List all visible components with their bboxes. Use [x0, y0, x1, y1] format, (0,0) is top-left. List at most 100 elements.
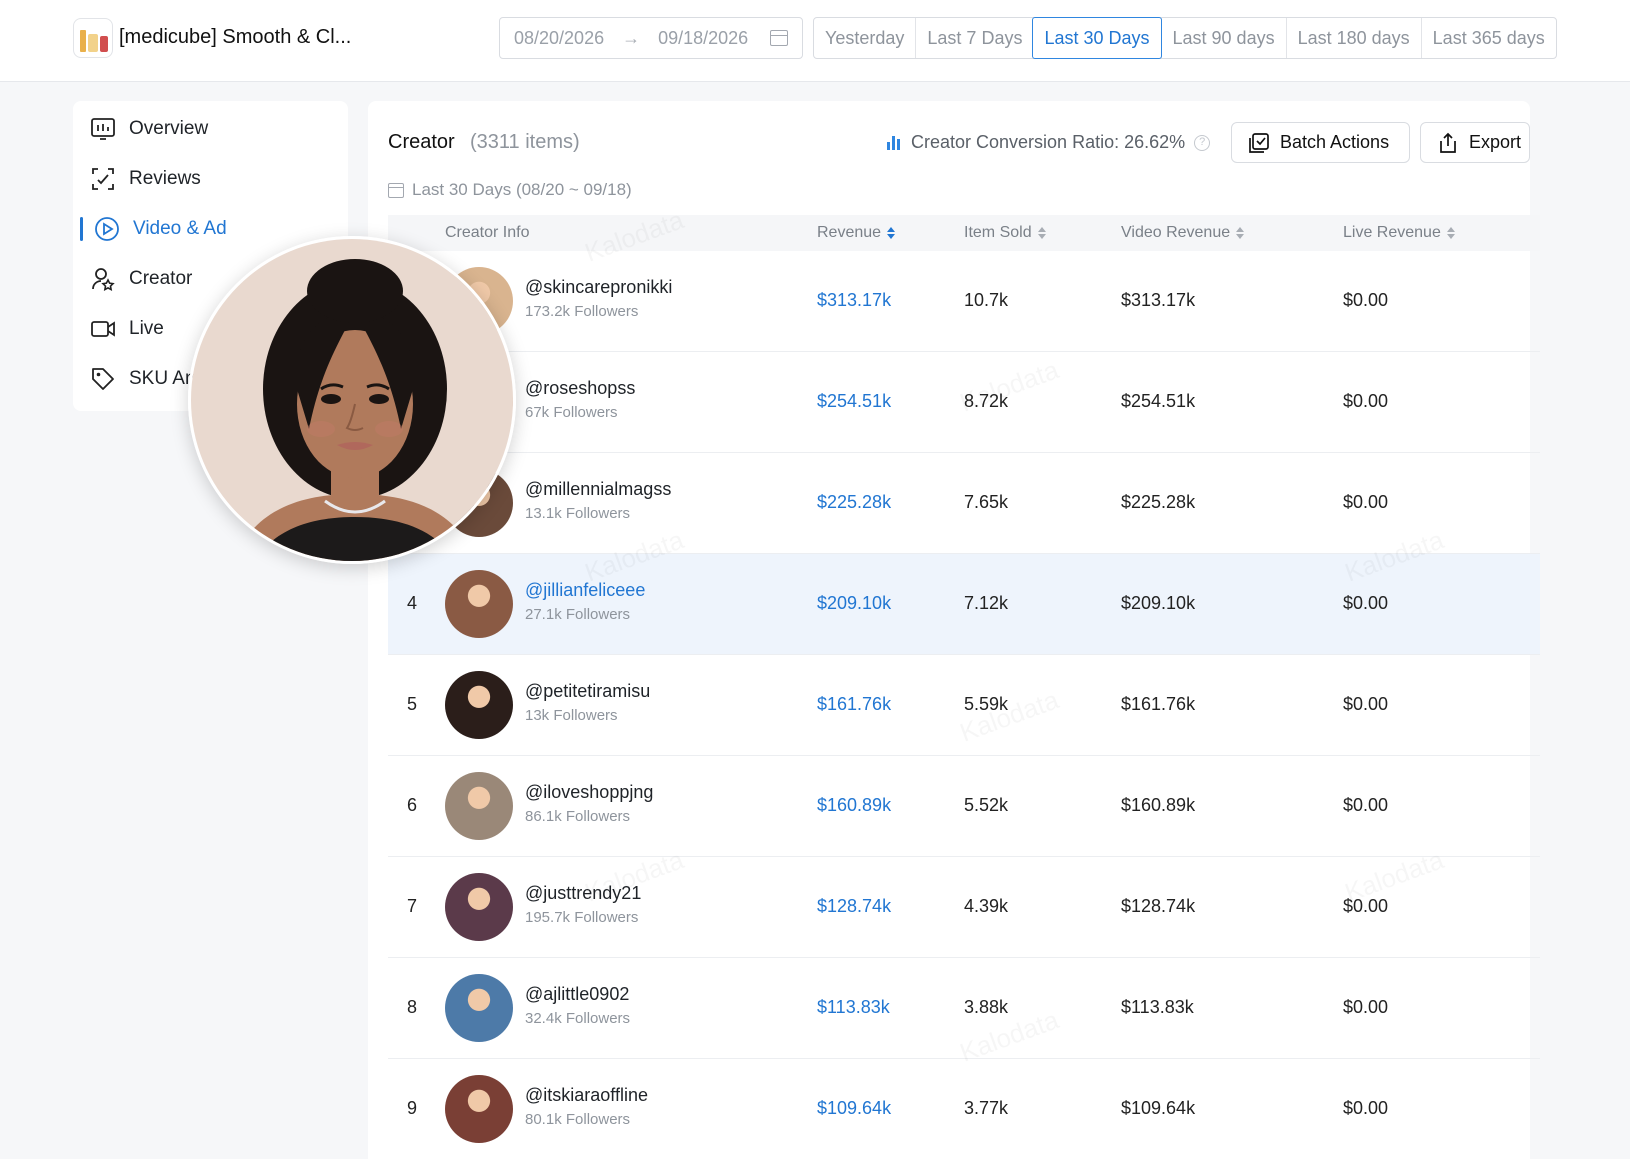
sort-icon[interactable]	[1037, 226, 1046, 239]
creator-handle[interactable]: @petitetiramisu	[525, 681, 650, 702]
table-row[interactable]: 5 @petitetiramisu 13k Followers $161.76k 5.5…	[388, 655, 1540, 756]
range-yesterday[interactable]: Yesterday	[814, 18, 915, 58]
revenue-value[interactable]: $225.28k	[817, 492, 891, 513]
video-revenue-value: $209.10k	[1121, 593, 1196, 613]
creator-panel: Creator (3311 items) Creator Conversion …	[368, 101, 1540, 1159]
panel-title: Creator	[388, 131, 455, 153]
tag-icon	[90, 366, 116, 392]
sidebar-item-reviews[interactable]: Reviews	[73, 154, 348, 204]
creator-avatar[interactable]	[445, 1075, 513, 1143]
creator-followers: 67k Followers	[525, 404, 618, 421]
col-revenue[interactable]: Revenue	[817, 224, 896, 242]
creator-avatar[interactable]	[445, 772, 513, 840]
col-item-sold[interactable]: Item Sold	[964, 224, 1046, 242]
export-button[interactable]: Export	[1420, 122, 1530, 163]
item-sold-value: 8.72k	[964, 391, 1009, 411]
rank-number: 8	[407, 997, 418, 1017]
table-row[interactable]: 6 @iloveshoppjng 86.1k Followers $160.89k 5.…	[388, 756, 1540, 857]
table-row[interactable]: 4 @jillianfeliceee 27.1k Followers $209.10k…	[388, 554, 1540, 655]
scan-review-icon	[90, 166, 116, 192]
calendar-icon	[770, 30, 788, 46]
revenue-value[interactable]: $128.74k	[817, 896, 891, 917]
creator-handle[interactable]: @millennialmagss	[525, 479, 671, 500]
date-range-picker[interactable]: 08/20/2026 → 09/18/2026	[499, 17, 803, 59]
range-last-180-days[interactable]: Last 180 days	[1285, 18, 1421, 58]
table-row[interactable]: @roseshopss 67k Followers $254.51k 8.72k $25…	[388, 352, 1540, 453]
sort-icon[interactable]	[887, 226, 896, 239]
range-last-90-days[interactable]: Last 90 days	[1160, 18, 1286, 58]
creator-handle[interactable]: @roseshopss	[525, 378, 635, 399]
export-label: Export	[1469, 132, 1522, 152]
video-revenue-value: $254.51k	[1121, 391, 1196, 411]
creator-handle[interactable]: @justtrendy21	[525, 883, 641, 904]
table-row[interactable]: 8 @ajlittle0902 32.4k Followers $113.83k 3.8…	[388, 958, 1540, 1059]
top-header: [medicube] Smooth & Cl... 08/20/2026 → 0…	[0, 0, 1630, 82]
revenue-value[interactable]: $254.51k	[817, 391, 891, 412]
revenue-value[interactable]: $113.83k	[817, 997, 890, 1018]
live-revenue-value: $0.00	[1343, 593, 1389, 613]
table-row[interactable]: 9 @itskiaraoffline 80.1k Followers $109.64k…	[388, 1059, 1540, 1159]
col-video-revenue[interactable]: Video Revenue	[1121, 224, 1245, 242]
creator-followers: 195.7k Followers	[525, 909, 639, 926]
range-last-365-days[interactable]: Last 365 days	[1420, 18, 1556, 58]
range-last-7-days[interactable]: Last 7 Days	[915, 18, 1033, 58]
chart-board-icon	[90, 116, 116, 142]
product-thumbnail	[73, 18, 113, 58]
creator-handle[interactable]: @iloveshoppjng	[525, 782, 653, 803]
sidebar-item-overview[interactable]: Overview	[73, 104, 348, 154]
avatar-preview-image	[191, 239, 513, 561]
video-revenue-value: $225.28k	[1121, 492, 1196, 512]
range-last-30-days[interactable]: Last 30 Days	[1032, 17, 1162, 59]
revenue-value[interactable]: $160.89k	[817, 795, 891, 816]
col-video-revenue-label: Video Revenue	[1121, 224, 1231, 241]
rank-number: 6	[407, 795, 418, 815]
revenue-value[interactable]: $161.76k	[817, 694, 891, 715]
live-revenue-value: $0.00	[1343, 1098, 1389, 1118]
play-circle-icon	[94, 216, 120, 242]
video-revenue-value: $128.74k	[1121, 896, 1196, 916]
revenue-value[interactable]: $209.10k	[817, 593, 891, 614]
creator-avatar[interactable]	[445, 873, 513, 941]
item-sold-value: 5.59k	[964, 694, 1009, 714]
table-row[interactable]: @skincarepronikki 173.2k Followers $313.17…	[388, 251, 1540, 352]
item-count: (3311 items)	[470, 131, 580, 153]
sort-icon[interactable]	[1236, 226, 1245, 239]
creator-followers: 86.1k Followers	[525, 808, 631, 825]
col-creator-info: Creator Info	[445, 224, 530, 241]
creator-followers: 80.1k Followers	[525, 1111, 631, 1128]
sidebar-item-label: Live	[129, 318, 164, 339]
sort-icon[interactable]	[1446, 226, 1455, 239]
live-revenue-value: $0.00	[1343, 795, 1389, 815]
help-icon[interactable]: ?	[1194, 134, 1211, 151]
table-row[interactable]: 7 @justtrendy21 195.7k Followers $128.74k 4.…	[388, 857, 1540, 958]
product-title: [medicube] Smooth & Cl...	[119, 26, 352, 48]
revenue-value[interactable]: $109.64k	[817, 1098, 891, 1119]
creator-handle[interactable]: @ajlittle0902	[525, 984, 629, 1005]
creator-avatar[interactable]	[445, 671, 513, 739]
live-revenue-value: $0.00	[1343, 997, 1389, 1017]
live-revenue-value: $0.00	[1343, 290, 1389, 310]
user-star-icon	[90, 266, 116, 292]
creator-avatar[interactable]	[445, 570, 513, 638]
creator-avatar[interactable]	[445, 974, 513, 1042]
creator-followers: 27.1k Followers	[525, 606, 631, 623]
creator-handle[interactable]: @itskiaraoffline	[525, 1085, 648, 1106]
bar-chart-icon	[887, 135, 903, 150]
rank-number: 9	[407, 1098, 418, 1118]
creator-handle[interactable]: @skincarepronikki	[525, 277, 672, 298]
sidebar-item-label: Overview	[129, 118, 209, 139]
revenue-value[interactable]: $313.17k	[817, 290, 891, 311]
item-sold-value: 3.77k	[964, 1098, 1009, 1118]
video-revenue-value: $161.76k	[1121, 694, 1196, 714]
calendar-icon	[388, 182, 404, 198]
col-revenue-label: Revenue	[817, 224, 882, 241]
batch-actions-button[interactable]: Batch Actions	[1231, 122, 1410, 163]
live-revenue-value: $0.00	[1343, 896, 1389, 916]
sidebar-item-label: Creator	[129, 268, 193, 289]
item-sold-value: 5.52k	[964, 795, 1009, 815]
col-live-revenue[interactable]: Live Revenue	[1343, 224, 1455, 242]
table-row[interactable]: @millennialmagss 13.1k Followers $225.28k 7…	[388, 453, 1540, 554]
checkbox-stack-icon	[1248, 132, 1270, 154]
item-sold-value: 4.39k	[964, 896, 1009, 916]
creator-handle[interactable]: @jillianfeliceee	[525, 580, 645, 601]
